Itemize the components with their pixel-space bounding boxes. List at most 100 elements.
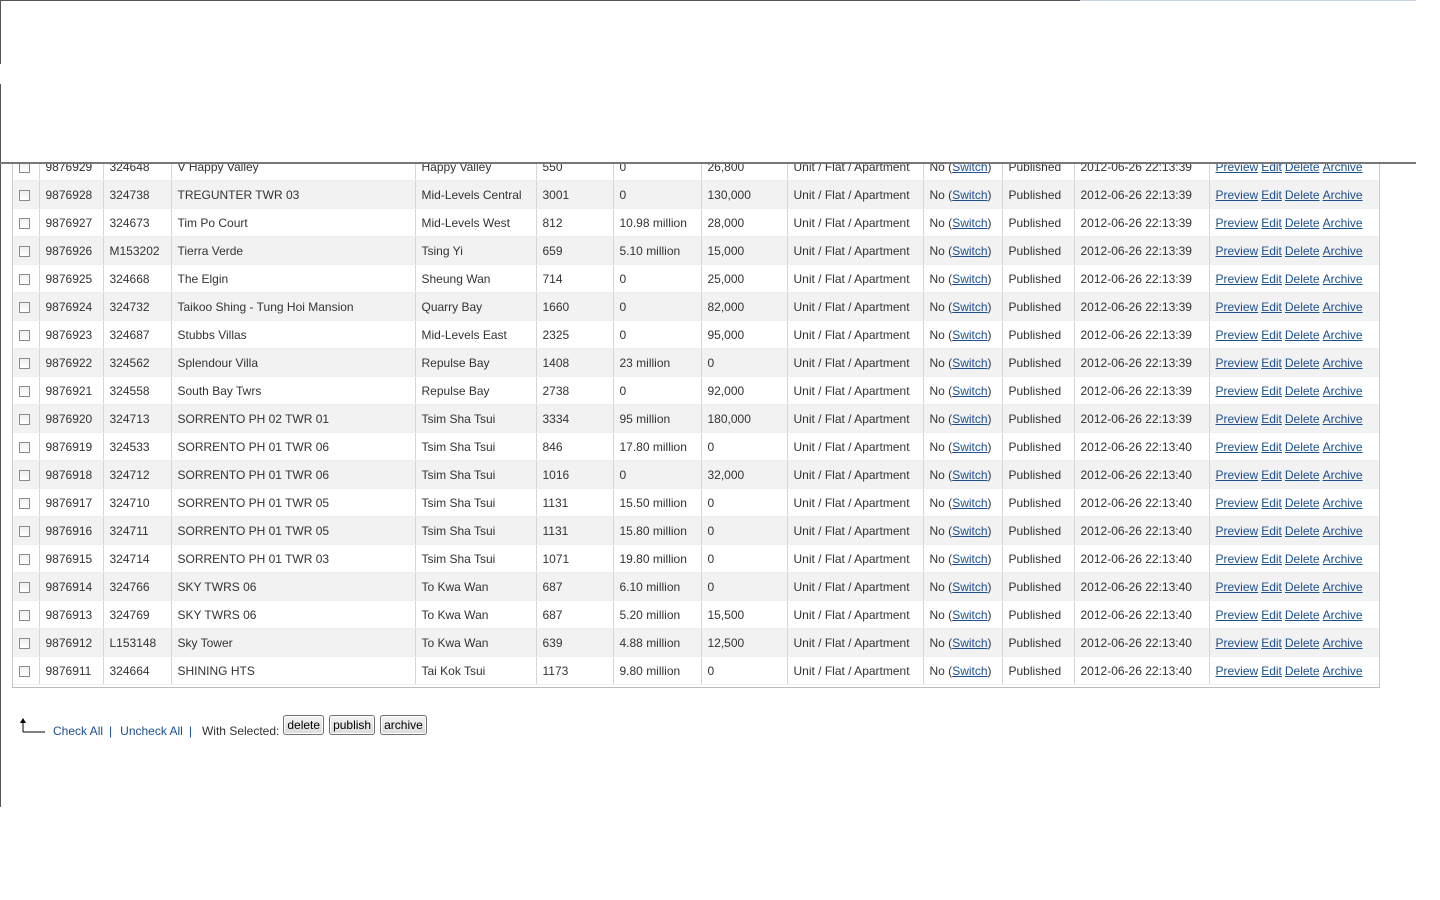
archive-link[interactable]: Archive bbox=[1323, 272, 1363, 286]
archive-link[interactable]: Archive bbox=[1323, 188, 1363, 202]
edit-link[interactable]: Edit bbox=[1261, 580, 1282, 594]
row-select-checkbox[interactable] bbox=[19, 357, 30, 369]
edit-link[interactable]: Edit bbox=[1261, 244, 1282, 258]
row-select-checkbox[interactable] bbox=[19, 497, 30, 509]
edit-link[interactable]: Edit bbox=[1261, 300, 1282, 314]
preview-link[interactable]: Preview bbox=[1216, 328, 1259, 342]
preview-link[interactable]: Preview bbox=[1216, 356, 1259, 370]
row-select-checkbox[interactable] bbox=[19, 469, 30, 481]
delete-link[interactable]: Delete bbox=[1285, 272, 1320, 286]
archive-link[interactable]: Archive bbox=[1323, 384, 1363, 398]
archive-link[interactable]: Archive bbox=[1323, 468, 1363, 482]
archive-link[interactable]: Archive bbox=[1323, 664, 1363, 678]
preview-link[interactable]: Preview bbox=[1216, 552, 1259, 566]
archive-link[interactable]: Archive bbox=[1323, 300, 1363, 314]
row-select-checkbox[interactable] bbox=[19, 245, 30, 257]
bulk-publish-button[interactable]: publish bbox=[329, 715, 376, 735]
row-select-checkbox[interactable] bbox=[19, 609, 30, 621]
delete-link[interactable]: Delete bbox=[1285, 580, 1320, 594]
row-select-checkbox[interactable] bbox=[19, 301, 30, 313]
edit-link[interactable]: Edit bbox=[1261, 412, 1282, 426]
featured-switch-link[interactable]: Switch bbox=[952, 300, 987, 314]
featured-switch-link[interactable]: Switch bbox=[952, 664, 987, 678]
preview-link[interactable]: Preview bbox=[1216, 608, 1259, 622]
preview-link[interactable]: Preview bbox=[1216, 524, 1259, 538]
archive-link[interactable]: Archive bbox=[1323, 636, 1363, 650]
delete-link[interactable]: Delete bbox=[1285, 328, 1320, 342]
preview-link[interactable]: Preview bbox=[1216, 300, 1259, 314]
row-select-checkbox[interactable] bbox=[19, 217, 30, 229]
edit-link[interactable]: Edit bbox=[1261, 496, 1282, 510]
edit-link[interactable]: Edit bbox=[1261, 664, 1282, 678]
delete-link[interactable]: Delete bbox=[1285, 356, 1320, 370]
row-select-checkbox[interactable] bbox=[19, 553, 30, 565]
preview-link[interactable]: Preview bbox=[1216, 580, 1259, 594]
archive-link[interactable]: Archive bbox=[1323, 356, 1363, 370]
featured-switch-link[interactable]: Switch bbox=[952, 580, 987, 594]
delete-link[interactable]: Delete bbox=[1285, 300, 1320, 314]
edit-link[interactable]: Edit bbox=[1261, 272, 1282, 286]
archive-link[interactable]: Archive bbox=[1323, 244, 1363, 258]
delete-link[interactable]: Delete bbox=[1285, 524, 1320, 538]
row-select-checkbox[interactable] bbox=[19, 637, 30, 649]
preview-link[interactable]: Preview bbox=[1216, 384, 1259, 398]
delete-link[interactable]: Delete bbox=[1285, 636, 1320, 650]
row-select-checkbox[interactable] bbox=[19, 189, 30, 201]
preview-link[interactable]: Preview bbox=[1216, 272, 1259, 286]
delete-link[interactable]: Delete bbox=[1285, 216, 1320, 230]
delete-link[interactable]: Delete bbox=[1285, 384, 1320, 398]
edit-link[interactable]: Edit bbox=[1261, 524, 1282, 538]
delete-link[interactable]: Delete bbox=[1285, 440, 1320, 454]
delete-link[interactable]: Delete bbox=[1285, 664, 1320, 678]
featured-switch-link[interactable]: Switch bbox=[952, 608, 987, 622]
delete-link[interactable]: Delete bbox=[1285, 608, 1320, 622]
delete-link[interactable]: Delete bbox=[1285, 164, 1320, 174]
preview-link[interactable]: Preview bbox=[1216, 244, 1259, 258]
delete-link[interactable]: Delete bbox=[1285, 552, 1320, 566]
featured-switch-link[interactable]: Switch bbox=[952, 216, 987, 230]
edit-link[interactable]: Edit bbox=[1261, 608, 1282, 622]
uncheck-all-link[interactable]: Uncheck All bbox=[120, 724, 183, 738]
featured-switch-link[interactable]: Switch bbox=[952, 164, 987, 174]
row-select-checkbox[interactable] bbox=[19, 273, 30, 285]
listings-table-container[interactable]: 9876929 324648 V Happy Valley Happy Valley 5… bbox=[12, 164, 1380, 688]
edit-link[interactable]: Edit bbox=[1261, 356, 1282, 370]
edit-link[interactable]: Edit bbox=[1261, 188, 1282, 202]
featured-switch-link[interactable]: Switch bbox=[952, 496, 987, 510]
archive-link[interactable]: Archive bbox=[1323, 580, 1363, 594]
featured-switch-link[interactable]: Switch bbox=[952, 552, 987, 566]
row-select-checkbox[interactable] bbox=[19, 164, 30, 173]
preview-link[interactable]: Preview bbox=[1216, 636, 1259, 650]
row-select-checkbox[interactable] bbox=[19, 525, 30, 537]
preview-link[interactable]: Preview bbox=[1216, 216, 1259, 230]
archive-link[interactable]: Archive bbox=[1323, 440, 1363, 454]
edit-link[interactable]: Edit bbox=[1261, 552, 1282, 566]
bulk-delete-button[interactable]: delete bbox=[283, 715, 325, 735]
edit-link[interactable]: Edit bbox=[1261, 328, 1282, 342]
featured-switch-link[interactable]: Switch bbox=[952, 188, 987, 202]
archive-link[interactable]: Archive bbox=[1323, 328, 1363, 342]
edit-link[interactable]: Edit bbox=[1261, 384, 1282, 398]
edit-link[interactable]: Edit bbox=[1261, 216, 1282, 230]
archive-link[interactable]: Archive bbox=[1323, 164, 1363, 174]
delete-link[interactable]: Delete bbox=[1285, 468, 1320, 482]
delete-link[interactable]: Delete bbox=[1285, 188, 1320, 202]
preview-link[interactable]: Preview bbox=[1216, 188, 1259, 202]
row-select-checkbox[interactable] bbox=[19, 441, 30, 453]
row-select-checkbox[interactable] bbox=[19, 385, 30, 397]
preview-link[interactable]: Preview bbox=[1216, 412, 1259, 426]
featured-switch-link[interactable]: Switch bbox=[952, 328, 987, 342]
archive-link[interactable]: Archive bbox=[1323, 412, 1363, 426]
edit-link[interactable]: Edit bbox=[1261, 440, 1282, 454]
archive-link[interactable]: Archive bbox=[1323, 496, 1363, 510]
edit-link[interactable]: Edit bbox=[1261, 468, 1282, 482]
row-select-checkbox[interactable] bbox=[19, 329, 30, 341]
delete-link[interactable]: Delete bbox=[1285, 244, 1320, 258]
featured-switch-link[interactable]: Switch bbox=[952, 384, 987, 398]
row-select-checkbox[interactable] bbox=[19, 413, 30, 425]
row-select-checkbox[interactable] bbox=[19, 581, 30, 593]
bulk-archive-button[interactable]: archive bbox=[380, 715, 427, 735]
featured-switch-link[interactable]: Switch bbox=[952, 440, 987, 454]
preview-link[interactable]: Preview bbox=[1216, 164, 1259, 174]
featured-switch-link[interactable]: Switch bbox=[952, 468, 987, 482]
